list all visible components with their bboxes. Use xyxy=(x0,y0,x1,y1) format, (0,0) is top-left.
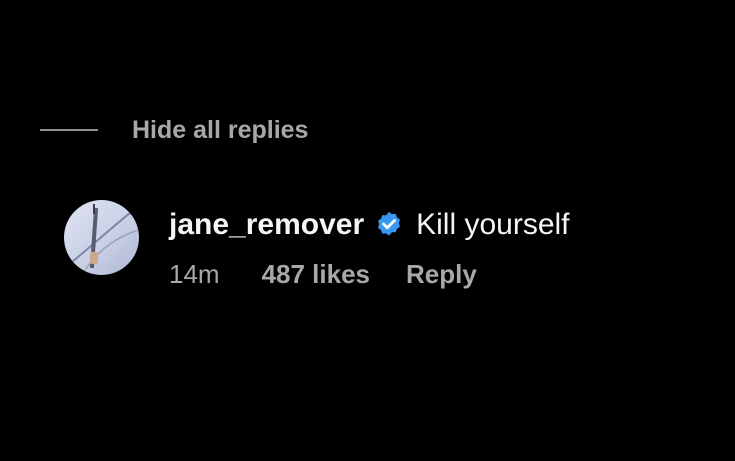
username-link[interactable]: jane_remover xyxy=(169,208,364,242)
hide-all-replies-button[interactable]: Hide all replies xyxy=(132,116,308,145)
comment-meta: 14m 487 likes Reply xyxy=(169,257,570,291)
reply-button[interactable]: Reply xyxy=(406,259,477,290)
verified-badge-icon xyxy=(374,210,404,240)
thread-divider-line xyxy=(40,129,98,131)
comment-body: jane_remover Kill yourself 14m 487 likes… xyxy=(169,200,570,291)
comment-content: jane_remover Kill yourself xyxy=(169,205,570,245)
avatar[interactable] xyxy=(64,200,139,275)
likes-count-button[interactable]: 487 likes xyxy=(262,259,370,290)
reply-comment: jane_remover Kill yourself 14m 487 likes… xyxy=(64,200,570,291)
hide-replies-row[interactable]: Hide all replies xyxy=(40,113,308,147)
avatar-image xyxy=(64,200,139,275)
comment-timestamp: 14m xyxy=(169,258,220,289)
comment-thread: Hide all replies jane_remover Kill yours… xyxy=(0,0,735,461)
comment-text: Kill yourself xyxy=(416,208,570,241)
